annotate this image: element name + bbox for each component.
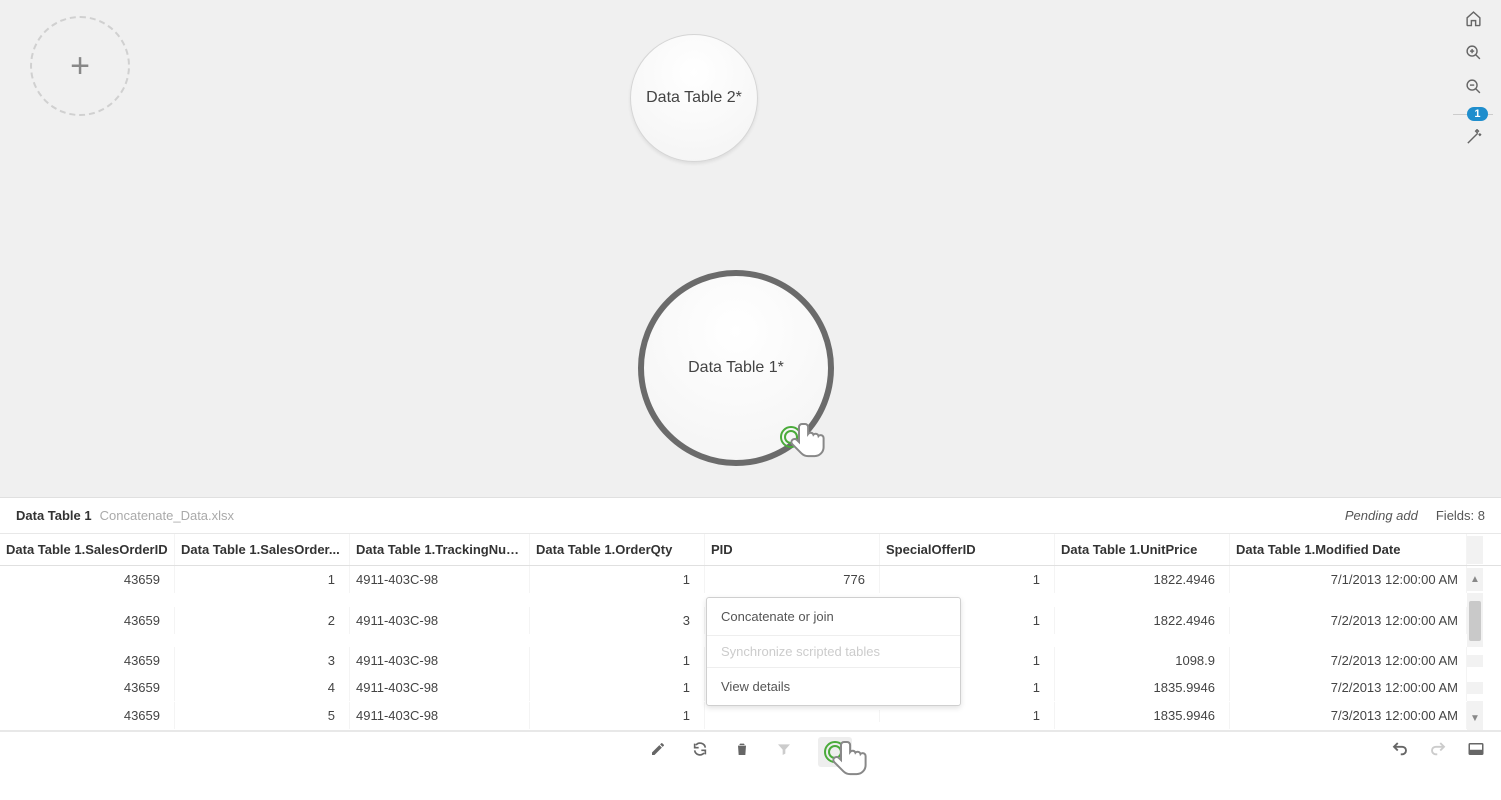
right-toolbar: 1: [1453, 10, 1493, 151]
edit-icon[interactable]: [650, 741, 666, 762]
undo-icon[interactable]: [1391, 740, 1409, 763]
col-header[interactable]: Data Table 1.TrackingNum...: [350, 534, 530, 565]
data-table-1-node[interactable]: Data Table 1*: [638, 270, 834, 466]
col-header[interactable]: SpecialOfferID: [880, 534, 1055, 565]
scroll-up-icon[interactable]: ▲: [1470, 574, 1480, 585]
cell: 4911-403C-98: [350, 566, 530, 593]
zoom-out-icon[interactable]: [1465, 78, 1482, 100]
cell: 4911-403C-98: [350, 647, 530, 674]
redo-icon: [1429, 740, 1447, 763]
scrollbar[interactable]: ▲: [1467, 568, 1483, 591]
delete-icon[interactable]: [734, 741, 750, 762]
cell: 3: [175, 647, 350, 674]
target-icon: [780, 426, 802, 448]
cell: 5: [175, 702, 350, 729]
scrollbar[interactable]: ▼: [1467, 701, 1483, 730]
home-icon[interactable]: [1465, 10, 1482, 32]
cell: 4911-403C-98: [350, 674, 530, 701]
menu-synchronize-scripted-tables: Synchronize scripted tables: [707, 635, 960, 667]
cell: 1: [530, 647, 705, 674]
scrollbar[interactable]: [1467, 593, 1483, 647]
scroll-thumb[interactable]: [1469, 601, 1481, 641]
cell: 1: [880, 702, 1055, 729]
cell: 1: [530, 674, 705, 701]
cell: 4911-403C-98: [350, 607, 530, 634]
cell: 4: [175, 674, 350, 701]
file-name-label: Concatenate_Data.xlsx: [100, 508, 234, 523]
cell: 7/2/2013 12:00:00 AM: [1230, 607, 1467, 634]
cell: 43659: [0, 702, 175, 729]
cell: 1098.9: [1055, 647, 1230, 674]
cell: 1: [530, 702, 705, 729]
table-name-label: Data Table 1: [16, 508, 92, 523]
cell: 7/1/2013 12:00:00 AM: [1230, 566, 1467, 593]
cell: [705, 710, 880, 722]
panel-toggle-icon[interactable]: [1467, 740, 1485, 763]
cell: 43659: [0, 566, 175, 593]
cell: 776: [705, 566, 880, 593]
cell: 2: [175, 607, 350, 634]
col-header[interactable]: Data Table 1.Modified Date: [1230, 534, 1467, 565]
scrollbar[interactable]: [1467, 682, 1483, 694]
target-icon: [824, 741, 846, 763]
menu-view-details[interactable]: View details: [707, 667, 960, 705]
data-panel-header: Data Table 1 Concatenate_Data.xlsx Pendi…: [0, 498, 1501, 533]
cell: 1: [880, 566, 1055, 593]
plus-icon: +: [70, 47, 90, 86]
scrollbar[interactable]: [1467, 536, 1483, 564]
refresh-icon[interactable]: [692, 741, 708, 762]
cell: 7/2/2013 12:00:00 AM: [1230, 647, 1467, 674]
fields-count: Fields: 8: [1436, 508, 1485, 523]
data-table-2-node[interactable]: Data Table 2*: [630, 34, 758, 162]
col-header[interactable]: Data Table 1.UnitPrice: [1055, 534, 1230, 565]
cell: 3: [530, 607, 705, 634]
cell: 43659: [0, 674, 175, 701]
cell: 1835.9946: [1055, 674, 1230, 701]
add-node-button[interactable]: +: [30, 16, 130, 116]
context-menu: Concatenate or join Synchronize scripted…: [706, 597, 961, 706]
cell: 1: [175, 566, 350, 593]
cell: 1822.4946: [1055, 607, 1230, 634]
wand-icon[interactable]: [1465, 131, 1482, 150]
bottom-toolbar: [0, 731, 1501, 771]
col-header[interactable]: Data Table 1.OrderQty: [530, 534, 705, 565]
grid-header-row: Data Table 1.SalesOrderID Data Table 1.S…: [0, 534, 1501, 566]
zoom-in-icon[interactable]: [1465, 44, 1482, 66]
col-header[interactable]: Data Table 1.SalesOrderID: [0, 534, 175, 565]
cell: 43659: [0, 607, 175, 634]
filter-icon: [776, 741, 792, 762]
canvas-workspace[interactable]: + Data Table 2* Data Table 1* 1: [0, 0, 1501, 497]
menu-concatenate-or-join[interactable]: Concatenate or join: [707, 598, 960, 635]
table-row[interactable]: 43659 1 4911-403C-98 1 776 1 1822.4946 7…: [0, 566, 1501, 593]
cell: 7/2/2013 12:00:00 AM: [1230, 674, 1467, 701]
cell: 4911-403C-98: [350, 702, 530, 729]
cell: 43659: [0, 647, 175, 674]
notification-badge: 1: [1467, 107, 1487, 121]
cell: 7/3/2013 12:00:00 AM: [1230, 702, 1467, 729]
node-label: Data Table 1*: [688, 359, 784, 377]
col-header[interactable]: PID: [705, 534, 880, 565]
node-label: Data Table 2*: [646, 89, 742, 107]
scroll-down-icon[interactable]: ▼: [1470, 713, 1480, 724]
cell: 1: [530, 566, 705, 593]
cell: 1835.9946: [1055, 702, 1230, 729]
concatenate-icon[interactable]: [818, 737, 852, 767]
pending-status: Pending add: [1345, 508, 1418, 523]
scrollbar[interactable]: [1467, 655, 1483, 667]
cell: 1822.4946: [1055, 566, 1230, 593]
col-header[interactable]: Data Table 1.SalesOrder...: [175, 534, 350, 565]
